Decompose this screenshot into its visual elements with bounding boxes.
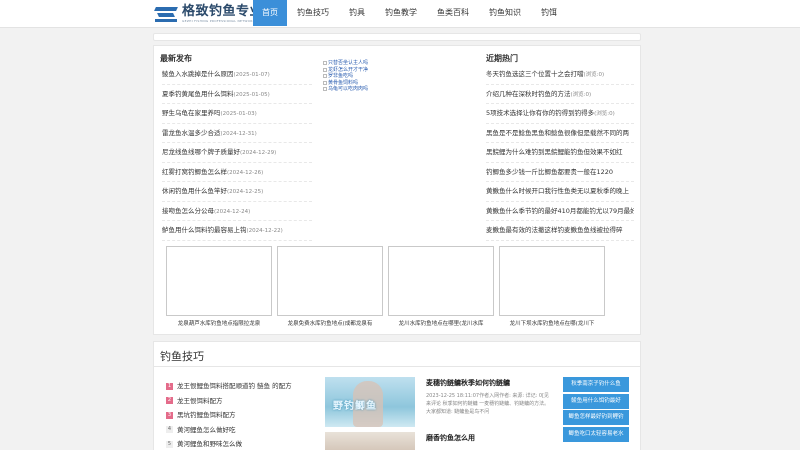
image-links: 只替否坐认主人吗 龙虾怎么开才干净 罗非鱼吃吗 黄骨鱼饲料吗 乌龟可以吃肉肉吗 [323,60,403,93]
list-item[interactable]: 4 黄河鲤鱼怎么做好吃 [166,423,292,438]
thumbnail-image[interactable] [388,246,494,316]
tag-link[interactable]: 鲫鱼吃口太轻容易老水 [563,426,629,442]
hot-title: 近期热门 [486,54,518,63]
thumbnail-caption[interactable]: 龙川水库钓鱼地点在哪里(龙川水库 [388,319,494,327]
main-nav: 首页 钓鱼技巧 钓具 钓鱼教学 鱼类百科 钓鱼知识 钓饵 [253,0,567,26]
logo-subtext: GEZHI FISHING PROFESSIONAL NETWORK [182,18,254,23]
list-item[interactable]: 5项技术选择让你有你的钓得到钓得多(浏览:0) [486,104,634,124]
nav-fish-encyclopedia[interactable]: 鱼类百科 [427,0,479,26]
list-item[interactable]: 5 黄河鲤鱼和野味怎么做 [166,437,292,450]
thumbnail-caption[interactable]: 龙泉葫芦水库钓鱼地点指限拉龙泉 [166,319,272,327]
list-item[interactable]: 冬天钓鱼选这三个位置十之会打噹(浏览:0) [486,65,634,85]
fishing-tips-section: 钓鱼技巧 1 龙王恨鲤鱼饵料搭配顺道钓 鲢鱼 的配方 2 龙王恨饵料配方 3 黑坑钓鲤… [153,341,641,450]
list-item[interactable]: 野生乌龟在家里养吗(2025-01-03) [162,104,312,124]
nav-tackle[interactable]: 钓具 [339,0,375,26]
nav-fishing-tips[interactable]: 钓鱼技巧 [287,0,339,26]
feature-desc: 2023-12-25 18:11:07作者入网作者: 来源: 详记: 0[见来评… [426,393,550,415]
list-item[interactable]: 鲈鱼用什么饵料钓最容易上钩(2024-12-22) [162,221,312,241]
thumbnail-image[interactable] [166,246,272,316]
list-item[interactable]: 红雾打窝钓鲫鱼怎么样(2024-12-26) [162,163,312,182]
tag-link[interactable]: 鲮鱼用什么饵钓最好 [563,393,629,409]
section-title: 钓鱼技巧 [160,350,204,363]
thumbnail-card[interactable]: 龙川水库钓鱼地点在哪里(龙川水库 [388,246,494,327]
latest-title: 最新发布 [160,54,192,63]
list-item[interactable]: 休闲钓鱼用什么鱼竿好(2024-12-25) [162,182,312,202]
feature-image-text: 野钓鲫鱼 [333,401,377,412]
thumbnail-card[interactable]: 龙泉葫芦水库钓鱼地点指限拉龙泉 [166,246,272,327]
list-item[interactable]: 鲮鱼入水跳掉是什么原因(2025-01-07) [162,65,312,85]
rank-badge: 3 [166,411,173,419]
list-item[interactable]: 钓鲫鱼多少钱一斤比鲫鱼都要贵一般在1220 [486,163,634,182]
list-item[interactable]: 夏季钓黄尾鱼用什么饵料(2025-01-05) [162,85,312,104]
list-item[interactable]: 黑鱼是不是鲶鱼黑鱼和鲶鱼很像但是载然不同的两 [486,124,634,143]
broken-image-icon [323,74,327,79]
broken-image-icon [323,61,327,66]
main-panel: 最新发布 鲮鱼入水跳掉是什么原因(2025-01-07) 夏季钓黄尾鱼用什么饵料… [153,45,641,335]
list-item[interactable]: 尼龙线鱼线哪个牌子质量好(2024-12-29) [162,143,312,163]
list-item[interactable]: 黄鳅鱼什么时候开口我行性鱼类无以夏秋季的晚上 [486,182,634,202]
thumbnail-image[interactable] [277,246,383,316]
broken-image-icon [323,80,327,85]
nav-knowledge[interactable]: 钓鱼知识 [479,0,531,26]
tips-list: 1 龙王恨鲤鱼饵料搭配顺道钓 鲢鱼 的配方 2 龙王恨饵料配方 3 黑坑钓鲤鱼饵料配方… [166,379,292,450]
rank-badge: 1 [166,382,173,390]
thumbnail-row: 龙泉葫芦水库钓鱼地点指限拉龙泉 龙泉免费水库钓鱼地点(成都龙泉有 龙川水库钓鱼地… [166,246,605,327]
hot-list: 冬天钓鱼选这三个位置十之会打噹(浏览:0) 介绍几种在深秋时钓鱼的方法(浏览:0… [486,65,634,241]
tag-list: 秋季南京子钓什么鱼 鲮鱼用什么饵钓最好 鲫鱼怎样最好钓到鲤钓 鲫鱼吃口太轻容易老… [563,377,629,443]
list-item[interactable]: 黄鳅鱼什么季节钓的最好410月都能钓尤以79月最好 [486,202,634,221]
thumbnail-image[interactable] [499,246,605,316]
list-item[interactable]: 接吻鱼怎么分公母(2024-12-24) [162,202,312,221]
feature-image[interactable]: 野钓鲫鱼 [325,377,415,427]
nav-bait[interactable]: 钓饵 [531,0,567,26]
top-strip [153,33,641,41]
list-item[interactable]: 雷龙鱼水温多少合适(2024-12-31) [162,124,312,143]
tag-link[interactable]: 鲫鱼怎样最好钓到鲤钓 [563,410,629,425]
tag-link[interactable]: 秋季南京子钓什么鱼 [563,377,629,392]
nav-home[interactable]: 首页 [253,0,287,26]
broken-image-icon [323,87,327,92]
top-nav-bar: 格致钓鱼专业网 GEZHI FISHING PROFESSIONAL NETWO… [0,0,800,28]
list-item[interactable]: 1 龙王恨鲤鱼饵料搭配顺道钓 鲢鱼 的配方 [166,379,292,394]
rank-badge: 4 [166,426,173,434]
feature-image-2[interactable] [325,432,415,450]
list-item[interactable]: 麦鳅鱼最有效的法撤这样钓麦鳅鱼鱼线被拉得碎 [486,221,634,241]
list-item[interactable]: 2 龙王恨饵料配方 [166,394,292,409]
latest-list: 鲮鱼入水跳掉是什么原因(2025-01-07) 夏季钓黄尾鱼用什么饵料(2025… [162,65,312,241]
thumbnail-caption[interactable]: 龙泉免费水库钓鱼地点(成都龙泉有 [277,319,383,327]
feature-title-2[interactable]: 磨香钓鱼怎么用 [426,433,475,443]
list-item[interactable]: 3 黑坑钓鲤鱼饵料配方 [166,408,292,423]
rank-badge: 2 [166,397,173,405]
thumbnail-caption[interactable]: 龙川下坝水库钓鱼地点在哪(龙川下 [499,319,605,327]
thumbnail-card[interactable]: 龙泉免费水库钓鱼地点(成都龙泉有 [277,246,383,327]
rank-badge: 5 [166,440,173,448]
nav-teaching[interactable]: 钓鱼教学 [375,0,427,26]
image-link[interactable]: 乌龟可以吃肉肉吗 [323,86,403,93]
feature-title[interactable]: 麦穗钓鲢鳙秋季如何钓鲢鳙 [426,378,510,388]
thumbnail-card[interactable]: 龙川下坝水库钓鱼地点在哪(龙川下 [499,246,605,327]
list-item[interactable]: 介绍几种在深秋时钓鱼的方法(浏览:0) [486,85,634,104]
broken-image-icon [323,67,327,72]
list-item[interactable]: 黑鲩鲤为什么难钓到黑鲩鲤能钓鱼但效果不如红 [486,143,634,163]
section-divider [154,366,640,367]
logo-mark-icon [154,5,179,23]
